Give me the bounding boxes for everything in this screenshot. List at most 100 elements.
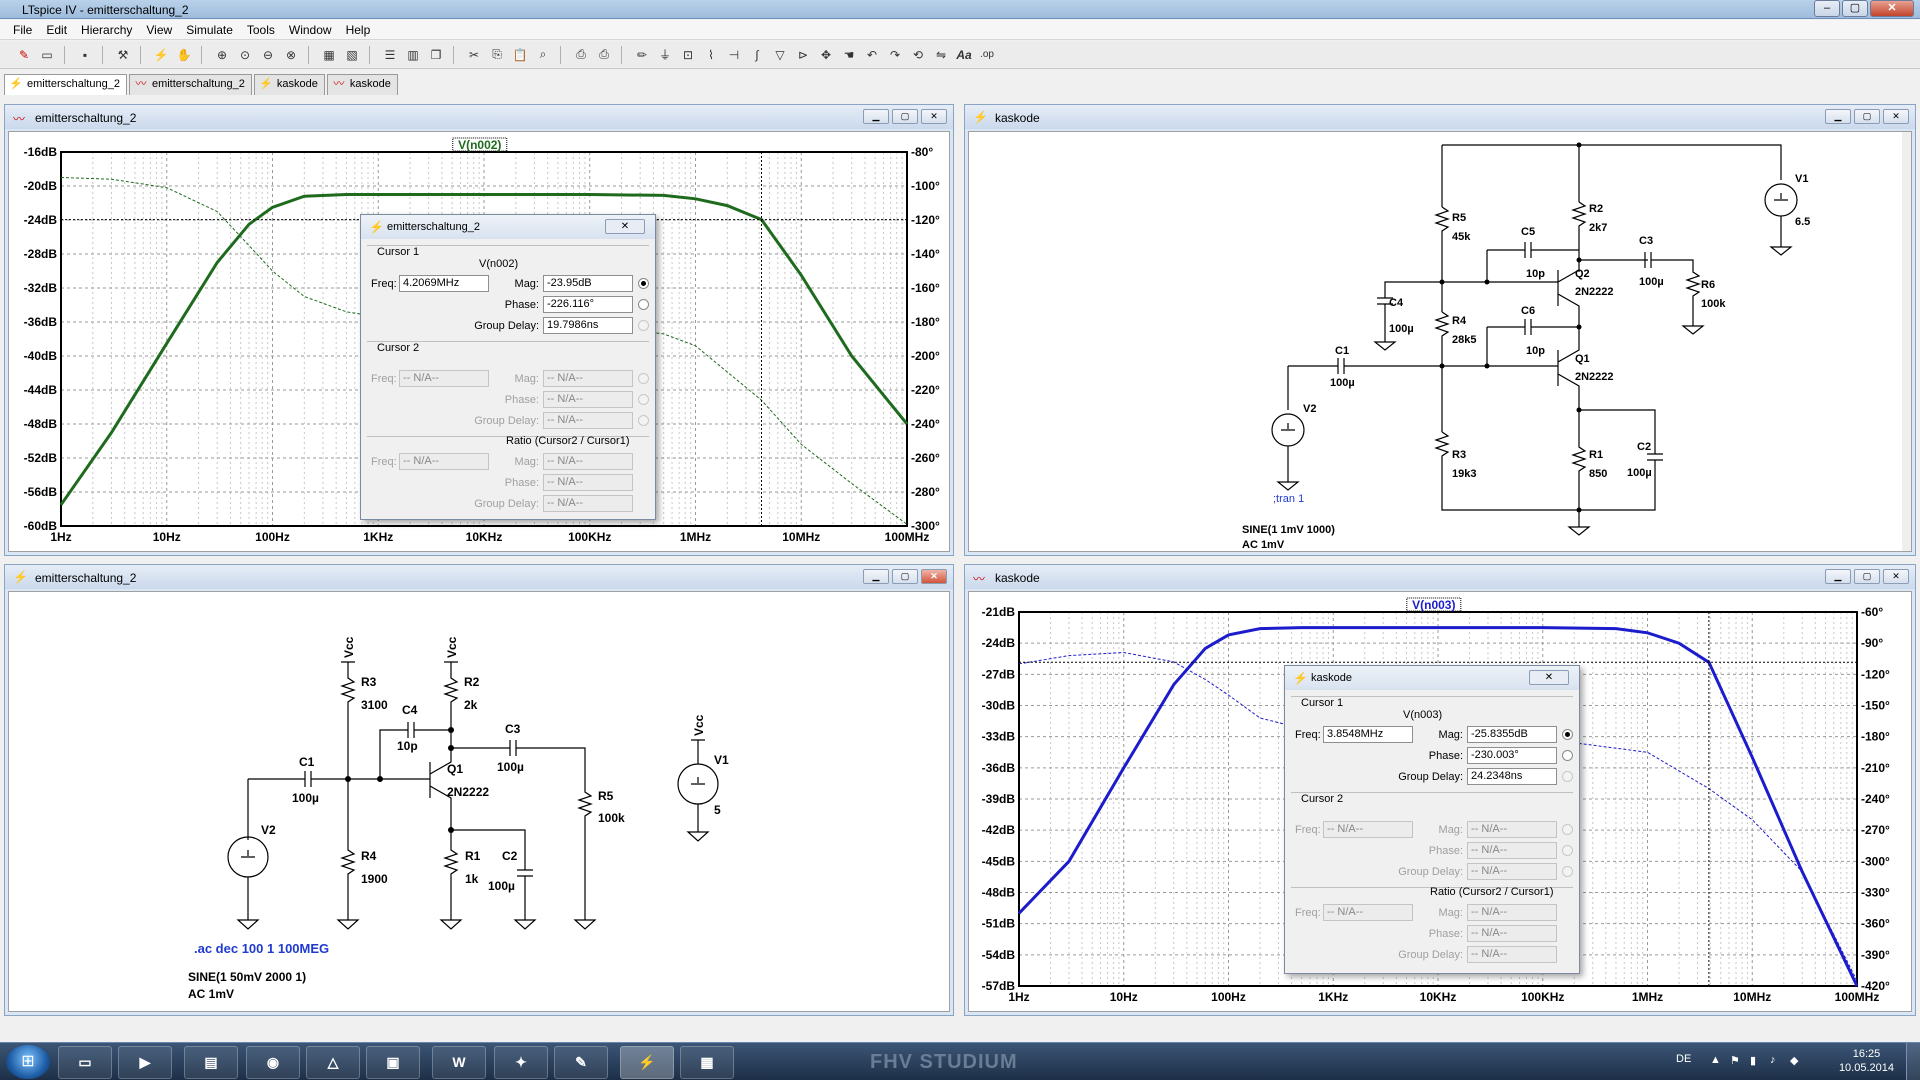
redo-icon[interactable]: ↷ xyxy=(885,45,905,65)
menu-simulate[interactable]: Simulate xyxy=(179,20,240,39)
mdi-close-button[interactable]: ✕ xyxy=(1883,109,1909,124)
ground-icon[interactable]: ⏚ xyxy=(655,45,675,65)
ltspice-taskbar-icon[interactable]: ⚡ xyxy=(620,1046,674,1079)
cursor1-mag-field[interactable]: -23.95dB xyxy=(543,275,633,292)
tray-expand-icon[interactable]: ▲ xyxy=(1710,1054,1721,1066)
draw-wire-icon[interactable]: ✏ xyxy=(632,45,652,65)
spice-directive-tran[interactable]: ;tran 1 xyxy=(1273,493,1304,505)
radio-disabled[interactable] xyxy=(1562,866,1573,877)
radio-disabled[interactable] xyxy=(638,394,649,405)
zoom-fit-icon[interactable]: ⊗ xyxy=(281,45,301,65)
cursor1-mag-field[interactable]: -25.8355dB xyxy=(1467,726,1557,743)
control-panel-icon[interactable]: ⚒ xyxy=(113,45,133,65)
group-delay-radio[interactable] xyxy=(638,320,649,331)
text-icon[interactable]: Aa xyxy=(954,45,974,65)
mdi-maximize-button[interactable]: ▢ xyxy=(892,109,918,124)
radio-disabled[interactable] xyxy=(638,415,649,426)
capacitor-icon[interactable]: ⊣ xyxy=(724,45,744,65)
kaskode-schematic[interactable]: R5 45k R2 2k7 C5 10p Q2 2N2222 C3 100µ R… xyxy=(969,132,1912,552)
mag-radio[interactable] xyxy=(638,278,649,289)
inductor-icon[interactable]: ∫ xyxy=(747,45,767,65)
save-icon[interactable]: ▪ xyxy=(75,45,95,65)
ratio-phase-field[interactable]: -- N/A-- xyxy=(543,474,633,491)
mdi-minimize-button[interactable]: ▁ xyxy=(1825,569,1851,584)
cursor2-group-delay-field[interactable]: -- N/A-- xyxy=(543,412,633,429)
flag-icon[interactable]: ⚑ xyxy=(1730,1054,1740,1067)
menu-window[interactable]: Window xyxy=(282,20,339,39)
ratio-mag-field[interactable]: -- N/A-- xyxy=(543,453,633,470)
emitter-schematic[interactable]: Vcc Vcc Vcc R3 3100 R2 2k C4 10p C3 100µ… xyxy=(9,592,950,1012)
print-icon[interactable]: ⎙ xyxy=(594,45,614,65)
tab-kaskode-schematic[interactable]: ⚡ kaskode xyxy=(253,74,325,95)
tile-vertical-icon[interactable]: ▥ xyxy=(403,45,423,65)
move-icon[interactable]: ✥ xyxy=(816,45,836,65)
schematic-canvas[interactable]: R5 45k R2 2k7 C5 10p Q2 2N2222 C3 100µ R… xyxy=(968,131,1912,552)
cut-icon[interactable]: ✂ xyxy=(464,45,484,65)
monitor-taskbar-icon[interactable]: ▣ xyxy=(366,1046,420,1079)
dialog-close-button[interactable]: ✕ xyxy=(1529,670,1569,685)
paint-taskbar-icon[interactable]: ✎ xyxy=(554,1046,608,1079)
pdf-taskbar-icon[interactable]: ✦ xyxy=(494,1046,548,1079)
cursor2-freq-field[interactable]: -- N/A-- xyxy=(1323,821,1413,838)
cursor2-freq-field[interactable]: -- N/A-- xyxy=(399,370,489,387)
tab-emitterschaltung-plot[interactable]: 〰 emitterschaltung_2 xyxy=(128,74,252,95)
tile-horizontal-icon[interactable]: ☰ xyxy=(380,45,400,65)
tab-emitterschaltung-schematic[interactable]: ⚡ emitterschaltung_2 xyxy=(4,74,127,95)
schematic-canvas[interactable]: Vcc Vcc Vcc R3 3100 R2 2k C4 10p C3 100µ… xyxy=(8,591,950,1012)
component-icon[interactable]: ⊳ xyxy=(793,45,813,65)
cursor2-group-delay-field[interactable]: -- N/A-- xyxy=(1467,863,1557,880)
explorer-taskbar-icon[interactable]: ▭ xyxy=(58,1046,112,1079)
zoom-pan-icon[interactable]: ⊙ xyxy=(235,45,255,65)
drag-icon[interactable]: ☚ xyxy=(839,45,859,65)
mdi-maximize-button[interactable]: ▢ xyxy=(1854,569,1880,584)
print-preview-icon[interactable]: ⎙ xyxy=(571,45,591,65)
clock[interactable]: 16:25 10.05.2014 xyxy=(1839,1047,1894,1075)
language-indicator[interactable]: DE xyxy=(1676,1053,1691,1065)
delete-traces-icon[interactable]: ▧ xyxy=(342,45,362,65)
copy-icon[interactable]: ⎘ xyxy=(487,45,507,65)
mdi-close-button[interactable]: ✕ xyxy=(921,109,947,124)
volume-icon[interactable]: ♪ xyxy=(1770,1054,1776,1066)
menu-edit[interactable]: Edit xyxy=(39,20,74,39)
mdi-close-button[interactable]: ✕ xyxy=(921,569,947,584)
vlc-taskbar-icon[interactable]: △ xyxy=(306,1046,360,1079)
radio-disabled[interactable] xyxy=(1562,824,1573,835)
dialog-close-button[interactable]: ✕ xyxy=(605,219,645,234)
cursor1-freq-field[interactable]: 3.8548MHz xyxy=(1323,726,1413,743)
media-player-taskbar-icon[interactable]: ▶ xyxy=(118,1046,172,1079)
cursor1-phase-field[interactable]: -230.003° xyxy=(1467,747,1557,764)
acrobat-taskbar-icon[interactable]: ▤ xyxy=(184,1046,238,1079)
close-button[interactable]: ✕ xyxy=(1870,0,1914,17)
calculator-taskbar-icon[interactable]: ▦ xyxy=(680,1046,734,1079)
cursor2-mag-field[interactable]: -- N/A-- xyxy=(543,370,633,387)
show-desktop-button[interactable] xyxy=(1906,1043,1920,1080)
ratio-freq-field[interactable]: -- N/A-- xyxy=(1323,904,1413,921)
phase-radio[interactable] xyxy=(638,299,649,310)
label-net-icon[interactable]: ⊡ xyxy=(678,45,698,65)
cursor2-phase-field[interactable]: -- N/A-- xyxy=(543,391,633,408)
ratio-group-delay-field[interactable]: -- N/A-- xyxy=(543,495,633,512)
phase-radio[interactable] xyxy=(1562,750,1573,761)
firefox-taskbar-icon[interactable]: ◉ xyxy=(246,1046,300,1079)
menu-help[interactable]: Help xyxy=(339,20,378,39)
halt-icon[interactable]: ✋ xyxy=(174,45,194,65)
menu-file[interactable]: File xyxy=(6,20,39,39)
menu-view[interactable]: View xyxy=(139,20,179,39)
diode-icon[interactable]: ▽ xyxy=(770,45,790,65)
spice-directive-icon[interactable]: .op xyxy=(977,45,997,65)
mdi-minimize-button[interactable]: ▁ xyxy=(1825,109,1851,124)
minimize-button[interactable]: ‒ xyxy=(1814,0,1840,17)
network-icon[interactable]: ▮ xyxy=(1750,1054,1756,1067)
resistor-icon[interactable]: ⌇ xyxy=(701,45,721,65)
run-icon[interactable]: ⚡ xyxy=(151,45,171,65)
mdi-maximize-button[interactable]: ▢ xyxy=(1854,109,1880,124)
group-delay-radio[interactable] xyxy=(1562,771,1573,782)
vertical-scrollbar[interactable] xyxy=(1902,132,1912,552)
cursor1-group-delay-field[interactable]: 24.2348ns xyxy=(1467,768,1557,785)
ratio-group-delay-field[interactable]: -- N/A-- xyxy=(1467,946,1557,963)
cursor2-mag-field[interactable]: -- N/A-- xyxy=(1467,821,1557,838)
find-icon[interactable]: ⌕ xyxy=(533,45,553,65)
mag-radio[interactable] xyxy=(1562,729,1573,740)
undo-icon[interactable]: ↶ xyxy=(862,45,882,65)
mdi-close-button[interactable]: ✕ xyxy=(1883,569,1909,584)
